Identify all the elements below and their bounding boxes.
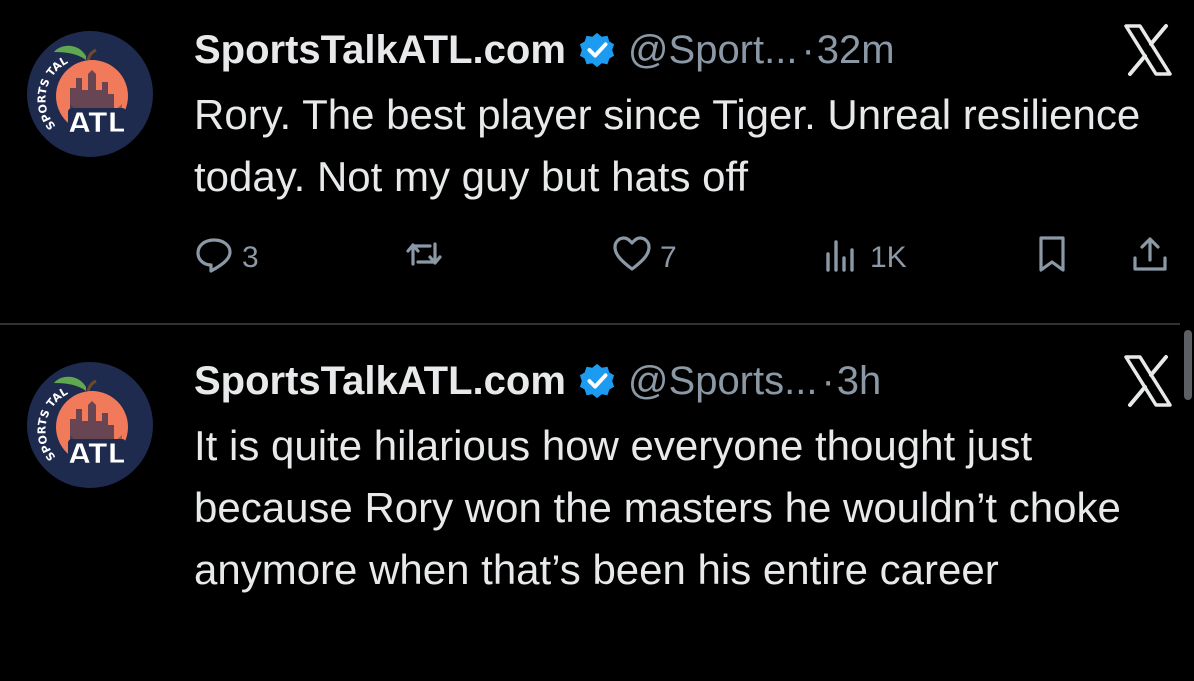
scrollbar[interactable] xyxy=(1184,330,1192,400)
tweet[interactable]: SPORTS TALK ATL SportsTalkATL.com @Sport… xyxy=(0,325,1180,681)
reply-count: 3 xyxy=(242,241,259,274)
verified-badge-icon[interactable] xyxy=(578,31,616,69)
tweet-header: SportsTalkATL.com @Sports... · 3h xyxy=(194,355,881,407)
separator-dot: · xyxy=(801,27,815,72)
repost-button[interactable] xyxy=(404,230,452,286)
like-button[interactable]: 7 xyxy=(612,230,677,286)
author-display-name[interactable]: SportsTalkATL.com xyxy=(194,359,566,404)
author-display-name[interactable]: SportsTalkATL.com xyxy=(194,28,566,73)
like-count: 7 xyxy=(660,241,677,274)
reply-icon xyxy=(194,234,234,282)
x-logo-icon xyxy=(1118,351,1178,411)
x-logo-icon xyxy=(1118,20,1178,80)
tweet-text: It is quite hilarious how everyone thoug… xyxy=(194,422,1121,593)
repost-icon xyxy=(404,234,444,282)
bookmark-icon xyxy=(1032,234,1072,282)
sportstalk-atl-logo-icon: SPORTS TALK ATL xyxy=(22,20,153,157)
tweet-text: Rory. The best player since Tiger. Unrea… xyxy=(194,91,1141,200)
timestamp[interactable]: 32m xyxy=(817,28,895,73)
like-icon xyxy=(612,234,652,282)
tweet-header: SportsTalkATL.com @Sport... · 32m xyxy=(194,24,895,76)
timestamp[interactable]: 3h xyxy=(837,359,882,404)
bookmark-button[interactable] xyxy=(1032,230,1072,286)
views-count: 1K xyxy=(870,241,907,274)
avatar[interactable]: SPORTS TALK ATL xyxy=(22,351,154,489)
avatar-main-text: ATL xyxy=(69,437,126,470)
views-button[interactable]: 1K xyxy=(822,230,907,286)
separator-dot: · xyxy=(821,358,835,403)
author-handle[interactable]: @Sport... xyxy=(628,28,798,73)
tweet-actions: 3 7 1K xyxy=(194,230,1180,286)
share-button[interactable] xyxy=(1130,230,1170,286)
avatar-main-text: ATL xyxy=(69,106,126,139)
verified-badge-icon[interactable] xyxy=(578,362,616,400)
reply-button[interactable]: 3 xyxy=(194,230,259,286)
tweet[interactable]: SPORTS TALK ATL SportsTalkATL.com @Sport… xyxy=(0,0,1180,324)
views-icon xyxy=(822,234,862,282)
author-handle[interactable]: @Sports... xyxy=(628,359,818,404)
sportstalk-atl-logo-icon: SPORTS TALK ATL xyxy=(22,351,153,488)
share-icon xyxy=(1130,234,1170,282)
avatar[interactable]: SPORTS TALK ATL xyxy=(22,20,154,158)
